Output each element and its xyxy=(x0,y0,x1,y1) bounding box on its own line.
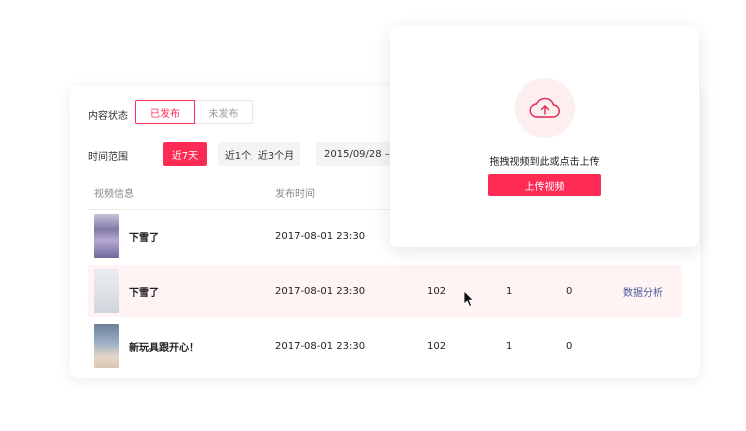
time-range-label: 时间范围 xyxy=(88,152,128,163)
upload-drop-zone[interactable] xyxy=(515,78,575,138)
metric-comments: 0 xyxy=(566,285,573,297)
publish-time: 2017-08-01 23:30 xyxy=(275,230,366,242)
video-title: 下雪了 xyxy=(129,232,159,244)
data-analysis-link[interactable]: 数据分析 xyxy=(623,265,663,317)
upload-video-button[interactable]: 上传视频 xyxy=(488,174,601,196)
range-3months-button[interactable]: 近3个月 xyxy=(252,142,300,166)
mouse-cursor-icon xyxy=(463,290,474,307)
metric-views: 102 xyxy=(427,285,447,297)
content-status-label: 内容状态 xyxy=(88,111,128,122)
range-7days-button[interactable]: 近7天 xyxy=(163,142,207,166)
status-unpublished-tab[interactable]: 未发布 xyxy=(195,100,253,124)
metric-comments: 0 xyxy=(566,340,573,352)
upload-panel[interactable]: 拖拽视频到此或点击上传 上传视频 xyxy=(390,26,699,247)
cloud-upload-icon xyxy=(529,97,560,118)
video-thumbnail[interactable] xyxy=(94,269,119,313)
video-thumbnail[interactable] xyxy=(94,214,119,258)
metric-likes: 1 xyxy=(506,340,513,352)
publish-time: 2017-08-01 23:30 xyxy=(275,340,366,352)
video-title: 下雪了 xyxy=(129,287,159,299)
header-publish-time: 发布时间 xyxy=(275,189,315,200)
metric-likes: 1 xyxy=(506,285,513,297)
publish-time: 2017-08-01 23:30 xyxy=(275,285,366,297)
video-thumbnail[interactable] xyxy=(94,324,119,368)
upload-hint-text: 拖拽视频到此或点击上传 xyxy=(489,157,600,168)
table-row[interactable]: 下雪了 2017-08-01 23:30 102 1 0 数据分析 xyxy=(88,265,682,317)
table-row[interactable]: 新玩具跟开心！ 2017-08-01 23:30 102 1 0 xyxy=(88,320,682,372)
date-range-picker[interactable]: 2015/09/28 – xyxy=(316,142,396,166)
metric-views: 102 xyxy=(427,340,447,352)
video-title: 新玩具跟开心！ xyxy=(129,342,199,354)
header-video-info: 视频信息 xyxy=(94,189,134,200)
status-published-tab[interactable]: 已发布 xyxy=(135,100,195,124)
